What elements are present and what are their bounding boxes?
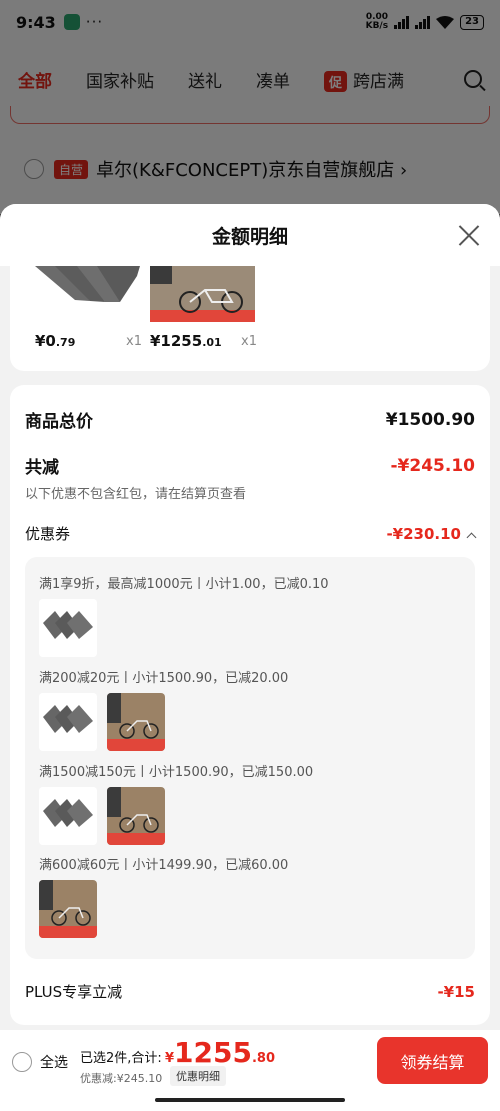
coupon-item-image-cloth (39, 787, 97, 845)
sheet-header: 金额明细 (0, 204, 500, 266)
summary-card: 商品总价 ¥1500.90 共减 -¥245.10 以下优惠不包含红包，请在结算… (10, 385, 490, 1025)
select-all-label[interactable]: 全选 (40, 1052, 68, 1072)
product-price: ¥1255.01 (150, 332, 222, 350)
coupon-item-image-cloth (39, 599, 97, 657)
coupon-rule-text: 满1享9折，最高减1000元丨小计1.00，已减0.10 (39, 577, 329, 592)
coupon-item-image-bike (107, 787, 165, 845)
coupon-item-image-cloth (39, 693, 97, 751)
home-indicator[interactable] (155, 1098, 345, 1102)
coupon-detail-box: 满1享9折，最高减1000元丨小计1.00，已减0.10 满200减20元丨小计… (25, 557, 475, 959)
total-reduction-value: -¥245.10 (390, 455, 476, 476)
reduction-note: 以下优惠不包含红包，请在结算页查看 (25, 487, 247, 502)
discount-detail-link[interactable]: 优惠明细 (170, 1066, 226, 1086)
total-price-label: 商品总价 (25, 412, 93, 432)
sheet-title: 金额明细 (211, 225, 288, 248)
product-image-cloth (35, 266, 140, 322)
total-amount: ¥1255.80 (165, 1036, 276, 1069)
total-price-row: 商品总价 ¥1500.90 (25, 407, 475, 433)
plus-discount-value: -¥15 (437, 982, 475, 1001)
total-price-value: ¥1500.90 (385, 409, 475, 430)
coupon-value-wrap: -¥230.10 (386, 524, 477, 543)
coupon-item-image-bike (107, 693, 165, 751)
total-reduction-row: 共减 -¥245.10 (25, 453, 476, 479)
product-qty: x1 (241, 334, 257, 349)
product-price: ¥0.79 (35, 332, 76, 350)
product-image-bike (150, 266, 255, 322)
amount-detail-sheet: 金额明细 ¥0.79 x1 ¥1255.01 x1 商品总价 ¥1500.90 (0, 204, 500, 1111)
plus-discount-row: PLUS专享立减 -¥15 (25, 981, 475, 1002)
coupon-rule-text: 满600减60元丨小计1499.90，已减60.00 (39, 858, 289, 873)
coupon-label: 优惠券 (25, 525, 71, 543)
close-icon[interactable] (458, 224, 480, 246)
discount-text: 优惠减:¥245.10 (80, 1072, 163, 1085)
chevron-up-icon[interactable] (466, 532, 477, 543)
coupon-row[interactable]: 优惠券 -¥230.10 (25, 523, 477, 544)
checkout-button[interactable]: 领券结算 (377, 1037, 488, 1084)
total-reduction-label: 共减 (25, 458, 59, 478)
select-all-radio[interactable] (12, 1052, 32, 1072)
product-list-card: ¥0.79 x1 ¥1255.01 x1 (10, 266, 490, 371)
coupon-value: -¥230.10 (386, 525, 461, 543)
coupon-rule-text: 满1500减150元丨小计1500.90，已减150.00 (39, 765, 314, 780)
coupon-rule-text: 满200减20元丨小计1500.90，已减20.00 (39, 671, 289, 686)
checkout-bar: 全选 已选2件,合计: ¥1255.80 优惠减:¥245.10 优惠明细 领券… (0, 1030, 500, 1111)
coupon-item-image-bike (39, 880, 97, 938)
selected-count-text: 已选2件,合计: (80, 1051, 162, 1066)
plus-discount-label: PLUS专享立减 (25, 983, 123, 1001)
product-qty: x1 (126, 334, 142, 349)
